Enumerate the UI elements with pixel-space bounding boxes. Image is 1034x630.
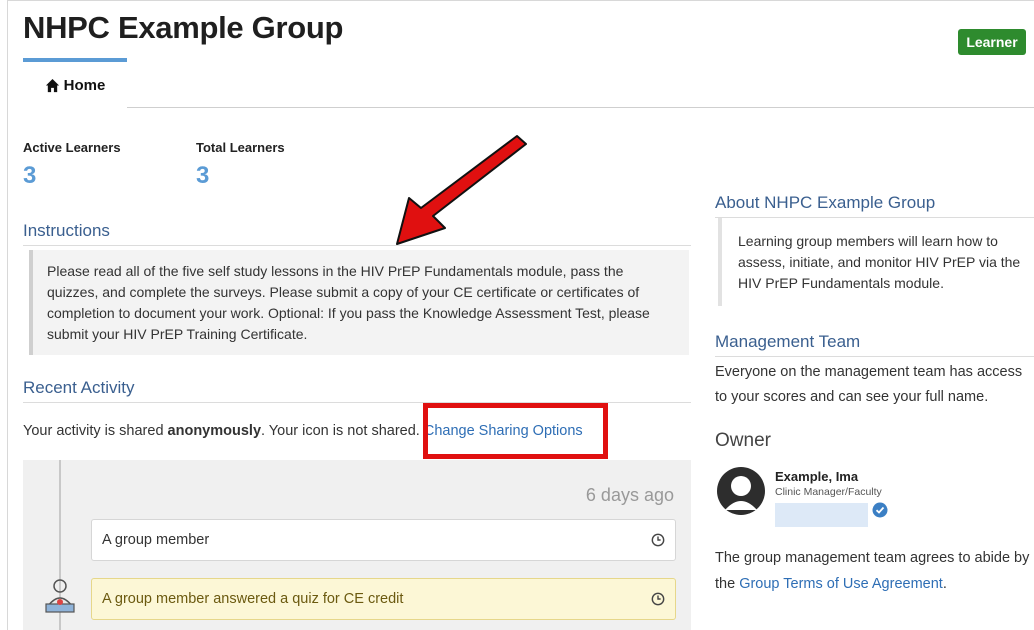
terms-statement: The group management team agrees to abid…: [715, 545, 1034, 597]
sharing-mode: anonymously: [167, 423, 262, 439]
owner-role: Clinic Manager/Faculty: [775, 486, 882, 498]
instructions-divider: [23, 245, 691, 246]
active-learners-label: Active Learners: [23, 140, 121, 155]
clock-icon: [651, 533, 665, 547]
sharing-status-suffix: . Your icon is not shared.: [261, 423, 424, 439]
about-body: Learning group members will learn how to…: [718, 218, 1034, 306]
terms-suffix: .: [942, 576, 947, 592]
sharing-status-prefix: Your activity is shared: [23, 423, 168, 439]
highlight-annotation-box: [423, 403, 608, 459]
activity-item-text: A group member answered a quiz for CE cr…: [102, 591, 404, 607]
recent-activity-heading: Recent Activity: [23, 378, 135, 397]
owner-heading: Owner: [715, 430, 771, 451]
tab-home-label: Home: [63, 76, 106, 94]
owner-name[interactable]: Example, Ima: [775, 469, 858, 484]
total-learners-label: Total Learners: [196, 140, 285, 155]
page-title: NHPC Example Group: [23, 10, 344, 45]
terms-of-use-link[interactable]: Group Terms of Use Agreement: [739, 576, 943, 592]
role-badge: Learner: [958, 29, 1026, 55]
verified-check-icon: [872, 502, 888, 518]
activity-item[interactable]: A group member: [91, 519, 676, 561]
about-heading: About NHPC Example Group: [715, 193, 936, 212]
instructions-body: Please read all of the five self study l…: [29, 250, 689, 355]
home-icon: [45, 78, 59, 92]
management-divider: [715, 356, 1034, 357]
owner-redacted-field: [775, 503, 868, 527]
tab-divider: [127, 107, 1034, 108]
learner-avatar-icon: [45, 579, 75, 613]
total-learners-value: 3: [196, 162, 210, 189]
clock-icon: [651, 592, 665, 606]
active-learners-value: 3: [23, 162, 37, 189]
management-body: Everyone on the management team has acce…: [715, 364, 1023, 405]
person-silhouette-icon: [717, 467, 765, 515]
management-heading: Management Team: [715, 332, 861, 351]
red-arrow-annotation: [396, 135, 527, 245]
instructions-heading: Instructions: [23, 221, 110, 240]
feed-time-ago: 6 days ago: [585, 485, 674, 505]
tab-home[interactable]: Home: [23, 62, 127, 108]
activity-item[interactable]: A group member answered a quiz for CE cr…: [91, 578, 676, 620]
activity-item-text: A group member: [102, 532, 210, 548]
